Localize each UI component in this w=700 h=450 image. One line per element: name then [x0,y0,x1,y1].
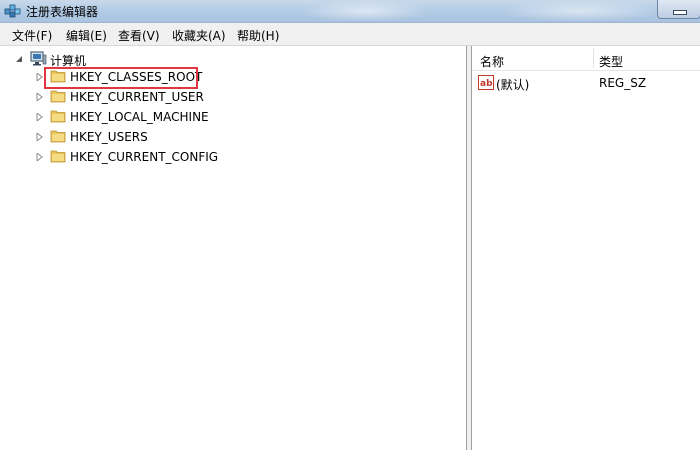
key-tree-pane[interactable]: 计算机 HKEY_CLASSES_ROOT HKEY_CURRENT_USER [0,46,467,450]
minimize-icon [673,10,687,15]
aero-glow [500,0,660,22]
column-header-name[interactable]: 名称 [480,53,504,70]
folder-icon [50,130,66,143]
expand-arrow-icon[interactable] [36,113,43,121]
expand-arrow-icon[interactable] [36,153,43,161]
value-name: (默认) [496,78,530,92]
aero-glow [300,0,430,22]
collapse-arrow-icon[interactable] [16,55,23,63]
tree-node-hkcu[interactable]: HKEY_CURRENT_USER [34,88,214,106]
tree-node-label: HKEY_CURRENT_CONFIG [70,150,219,164]
computer-icon [30,51,47,66]
values-pane[interactable]: 名称 类型 ab (默认) REG_SZ [471,46,700,450]
menu-edit[interactable]: 编辑(E) [66,27,107,44]
tree-node-hku[interactable]: HKEY_USERS [34,128,214,146]
menu-favorites[interactable]: 收藏夹(A) [172,27,226,44]
registry-editor-icon [4,4,21,18]
folder-icon [50,110,66,123]
menu-help[interactable]: 帮助(H) [237,27,279,44]
value-type: REG_SZ [599,76,647,90]
tree-node-label: HKEY_USERS [70,130,148,144]
column-divider[interactable] [593,48,594,68]
expand-arrow-icon[interactable] [36,133,43,141]
tree-node-label: HKEY_CURRENT_USER [70,90,204,104]
title-bar: 注册表编辑器 [0,0,700,23]
expand-arrow-icon[interactable] [36,73,43,81]
tree-node-hklm[interactable]: HKEY_LOCAL_MACHINE [34,108,224,126]
tree-node-hkcc[interactable]: HKEY_CURRENT_CONFIG [34,148,224,166]
folder-icon [50,90,66,103]
menu-file[interactable]: 文件(F) [12,27,52,44]
expand-arrow-icon[interactable] [36,93,43,101]
list-header: 名称 类型 [472,46,700,71]
tree-node-label: HKEY_LOCAL_MACHINE [70,110,209,124]
folder-icon [50,150,66,163]
svg-text:ab: ab [480,79,493,89]
window-title: 注册表编辑器 [26,5,99,19]
list-item[interactable]: ab (默认) REG_SZ [472,74,700,92]
column-header-type[interactable]: 类型 [599,53,623,70]
tree-node-computer[interactable]: 计算机 [14,50,134,68]
minimize-button[interactable] [657,0,700,19]
string-value-icon: ab [478,75,494,90]
menu-bar: 文件(F) 编辑(E) 查看(V) 收藏夹(A) 帮助(H) [0,23,700,46]
menu-view[interactable]: 查看(V) [118,27,160,44]
highlight-box [44,67,198,89]
